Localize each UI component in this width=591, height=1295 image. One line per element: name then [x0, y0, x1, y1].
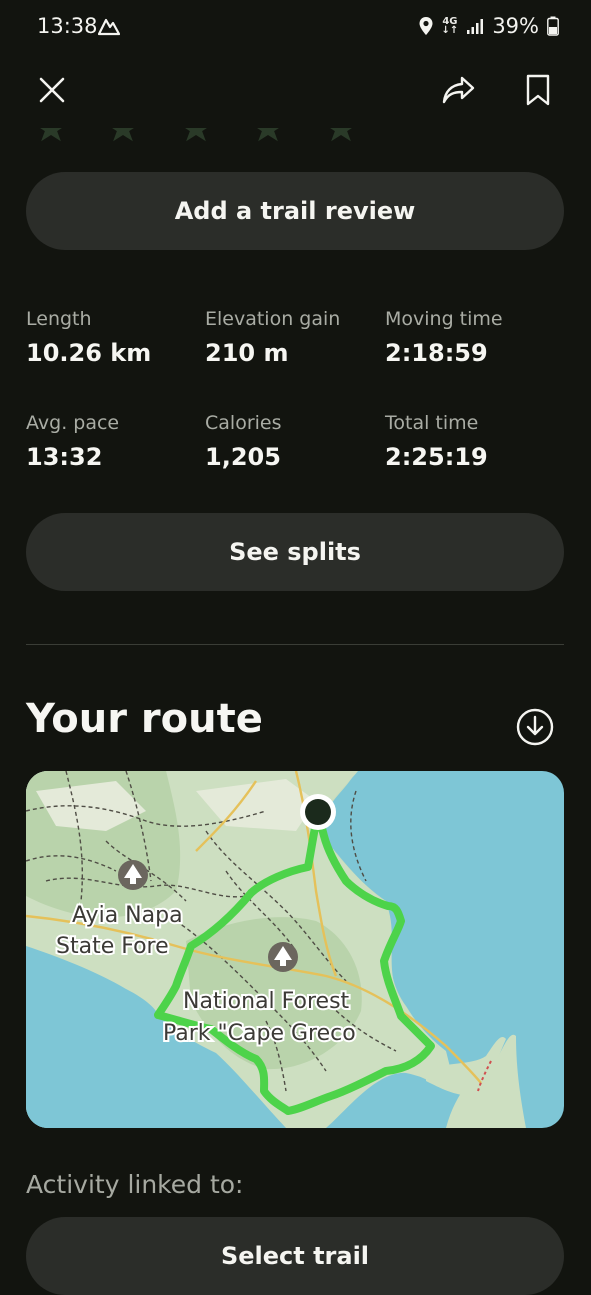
- star-icon[interactable]: [34, 128, 68, 142]
- star-icon[interactable]: [251, 128, 285, 142]
- top-bar: [0, 58, 591, 138]
- map-label-forest1: Ayia Napa: [72, 903, 183, 928]
- download-icon[interactable]: [515, 707, 555, 747]
- bookmark-button[interactable]: [512, 64, 564, 116]
- route-title: Your route: [26, 696, 263, 742]
- add-trail-review-label: Add a trail review: [174, 197, 416, 225]
- stat-calories: Calories 1,205: [205, 411, 282, 472]
- park-icon: [268, 942, 298, 972]
- stat-label: Elevation gain: [205, 308, 341, 330]
- stat-elevation-gain: Elevation gain 210 m: [205, 307, 340, 368]
- star-icon[interactable]: [106, 128, 140, 142]
- see-splits-button[interactable]: See splits: [26, 513, 564, 591]
- stat-avg-pace: Avg. pace 13:32: [26, 411, 119, 472]
- close-icon: [39, 77, 65, 103]
- signal-icon: [467, 19, 484, 34]
- stat-value: 10.26 km: [26, 339, 152, 367]
- stat-label: Total time: [385, 412, 479, 434]
- map-label-forest1: State Fore: [56, 934, 169, 959]
- star-icon[interactable]: [179, 128, 213, 142]
- stat-value: 13:32: [26, 443, 103, 471]
- park-icon: [118, 860, 148, 890]
- select-trail-button[interactable]: Select trail: [26, 1217, 564, 1295]
- map-label-forest2: Park "Cape Greco: [163, 1021, 356, 1046]
- stat-value: 210 m: [205, 339, 289, 367]
- add-trail-review-button[interactable]: Add a trail review: [26, 172, 564, 250]
- activity-linked-label: Activity linked to:: [26, 1170, 244, 1199]
- see-splits-label: See splits: [229, 538, 361, 566]
- close-button[interactable]: [26, 64, 78, 116]
- select-trail-label: Select trail: [220, 1242, 370, 1270]
- divider: [26, 644, 564, 645]
- stat-value: 2:18:59: [385, 339, 488, 367]
- status-bar: 13:38 4G ↓↑ 39%: [0, 0, 591, 58]
- stat-value: 1,205: [205, 443, 281, 471]
- stat-label: Moving time: [385, 308, 503, 330]
- stat-label: Calories: [205, 412, 282, 434]
- bookmark-icon: [526, 74, 550, 106]
- battery-icon: [547, 16, 559, 36]
- stat-moving-time: Moving time 2:18:59: [385, 307, 503, 368]
- stat-value: 2:25:19: [385, 443, 488, 471]
- route-map[interactable]: Ayia Napa State Fore National Forest Par…: [26, 771, 564, 1128]
- map-label-forest2: National Forest: [183, 989, 350, 1014]
- alltrails-mountain-icon: [98, 18, 120, 36]
- status-time: 13:38: [37, 14, 98, 38]
- stat-label: Length: [26, 308, 92, 330]
- network-activity: ↓↑: [441, 25, 459, 36]
- rating-stars[interactable]: [34, 128, 374, 144]
- route-start-marker: [300, 794, 336, 830]
- stat-total-time: Total time 2:25:19: [385, 411, 488, 472]
- stat-label: Avg. pace: [26, 412, 120, 434]
- network-indicator: 4G ↓↑: [441, 17, 459, 36]
- battery-percent: 39%: [492, 14, 539, 38]
- stat-length: Length 10.26 km: [26, 307, 151, 368]
- share-button[interactable]: [433, 64, 485, 116]
- location-icon: [419, 17, 433, 35]
- star-icon[interactable]: [324, 128, 358, 142]
- share-icon: [442, 76, 475, 104]
